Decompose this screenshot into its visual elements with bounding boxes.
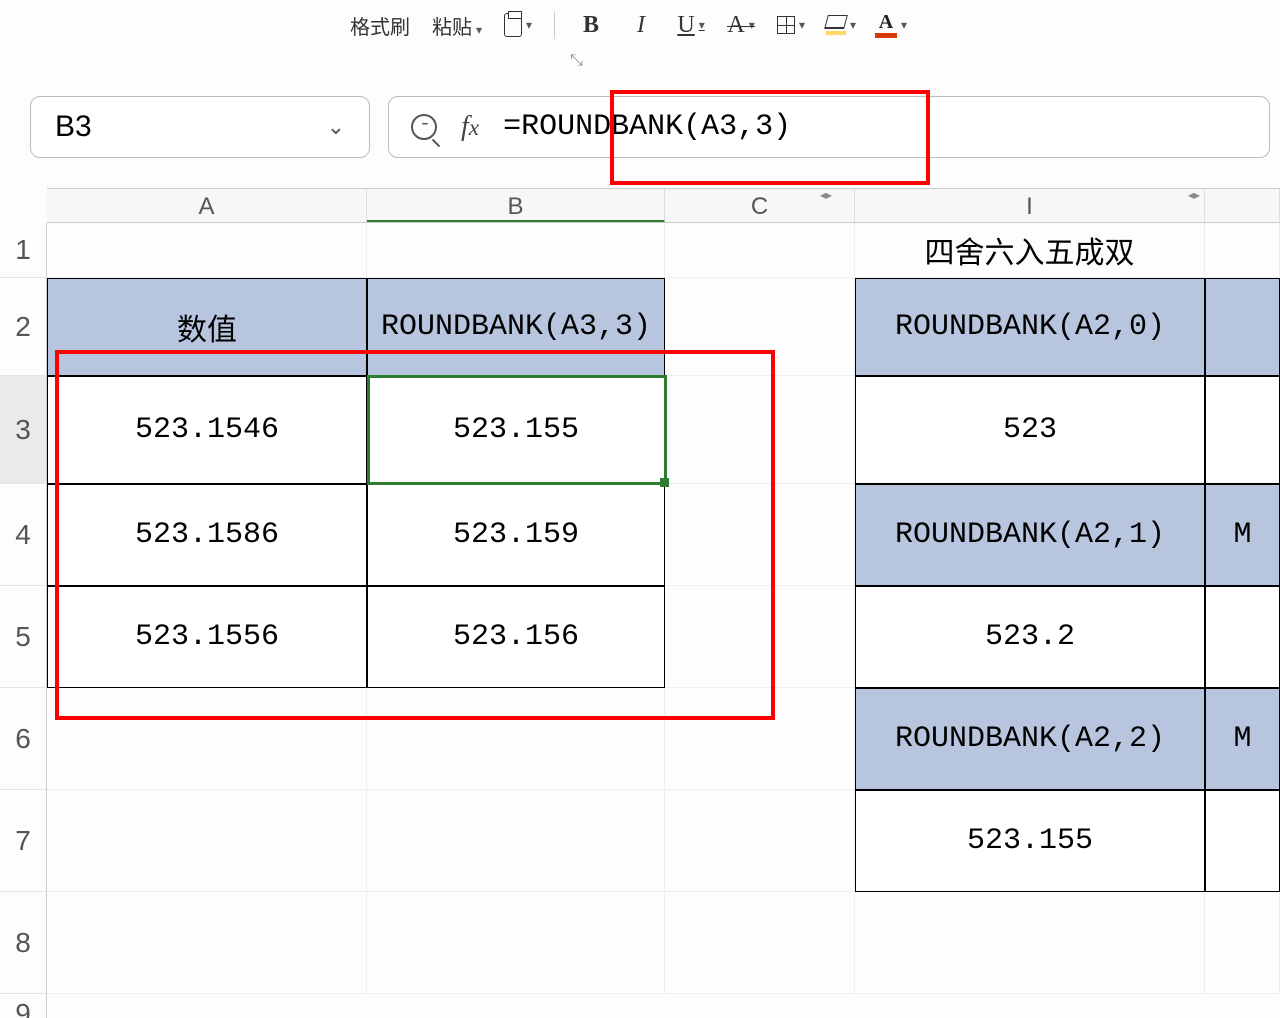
cell-J8[interactable]: [1205, 892, 1280, 994]
row-header-6[interactable]: 6: [0, 688, 47, 790]
cell-C1[interactable]: [665, 223, 855, 278]
cell-J5[interactable]: [1205, 586, 1280, 688]
expand-col-icon[interactable]: ◂▸: [820, 188, 832, 202]
cell-C8[interactable]: [665, 892, 855, 994]
row-header-9[interactable]: 9: [0, 994, 47, 1018]
cell-A4[interactable]: 523.1586: [47, 484, 367, 586]
cell-C2[interactable]: [665, 278, 855, 376]
cell-C5[interactable]: [665, 586, 855, 688]
cell-J3[interactable]: [1205, 376, 1280, 484]
cell-A6[interactable]: [47, 688, 367, 790]
cell-I3[interactable]: 523: [855, 376, 1205, 484]
cell-I5[interactable]: 523.2: [855, 586, 1205, 688]
cell-B6[interactable]: [367, 688, 665, 790]
formula-bar[interactable]: fx =ROUNDBANK(A3,3): [388, 96, 1270, 158]
cell-I8[interactable]: [855, 892, 1205, 994]
paste-icon[interactable]: [504, 11, 532, 39]
cell-B5[interactable]: 523.156: [367, 586, 665, 688]
cell-A5[interactable]: 523.1556: [47, 586, 367, 688]
formula-text: =ROUNDBANK(A3,3): [503, 110, 791, 144]
cell-J4[interactable]: M: [1205, 484, 1280, 586]
cell-C3[interactable]: [665, 376, 855, 484]
dialog-launcher-icon[interactable]: ⤡: [570, 52, 583, 70]
cell-I7[interactable]: 523.155: [855, 790, 1205, 892]
format-painter-button[interactable]: 格式刷: [350, 11, 410, 40]
chevron-down-icon[interactable]: ⌄: [327, 114, 345, 140]
formula-row: B3 ⌄ fx =ROUNDBANK(A3,3): [30, 95, 1270, 159]
paste-button[interactable]: 粘贴: [432, 11, 482, 40]
cell-B3[interactable]: 523.155: [367, 376, 665, 484]
strikethrough-button[interactable]: A: [727, 11, 755, 39]
borders-button[interactable]: [777, 11, 805, 39]
name-box-ref: B3: [55, 110, 92, 144]
col-header-A[interactable]: A: [47, 189, 367, 222]
col-header-J[interactable]: [1205, 189, 1280, 222]
fill-color-button[interactable]: [827, 11, 855, 39]
cell-A7[interactable]: [47, 790, 367, 892]
cell-I6[interactable]: ROUNDBANK(A2,2): [855, 688, 1205, 790]
cell-A2[interactable]: 数值: [47, 278, 367, 376]
expand-col-icon[interactable]: ◂▸: [1188, 188, 1200, 202]
cell-B2[interactable]: ROUNDBANK(A3,3): [367, 278, 665, 376]
separator: [554, 11, 555, 39]
row-header-7[interactable]: 7: [0, 790, 47, 892]
row-header-8[interactable]: 8: [0, 892, 47, 994]
cell-J6[interactable]: M: [1205, 688, 1280, 790]
row-header-3[interactable]: 3: [0, 376, 47, 484]
row-header-2[interactable]: 2: [0, 278, 47, 376]
cell-A3[interactable]: 523.1546: [47, 376, 367, 484]
zoom-out-icon[interactable]: [411, 114, 437, 140]
cell-C6[interactable]: [665, 688, 855, 790]
font-color-button[interactable]: A: [877, 11, 905, 39]
cell-A1[interactable]: [47, 223, 367, 278]
underline-button[interactable]: U: [677, 11, 705, 39]
cell-I4[interactable]: ROUNDBANK(A2,1): [855, 484, 1205, 586]
row-headers: 1 2 3 4 5 6 7 8 9: [0, 223, 47, 1018]
name-box[interactable]: B3 ⌄: [30, 96, 370, 158]
cell-C7[interactable]: [665, 790, 855, 892]
bold-button[interactable]: B: [577, 11, 605, 39]
cell-B8[interactable]: [367, 892, 665, 994]
cell-B7[interactable]: [367, 790, 665, 892]
cell-I1[interactable]: 四舍六入五成双: [855, 223, 1205, 278]
cell-B4[interactable]: 523.159: [367, 484, 665, 586]
spreadsheet-grid[interactable]: 四舍六入五成双 数值 ROUNDBANK(A3,3) ROUNDBANK(A2,…: [47, 223, 1280, 1018]
cell-J1[interactable]: [1205, 223, 1280, 278]
cell-I2[interactable]: ROUNDBANK(A2,0): [855, 278, 1205, 376]
col-header-B[interactable]: B: [367, 189, 665, 222]
cell-B1[interactable]: [367, 223, 665, 278]
italic-button[interactable]: I: [627, 11, 655, 39]
cell-C4[interactable]: [665, 484, 855, 586]
col-header-I[interactable]: I: [855, 189, 1205, 222]
cell-J2[interactable]: [1205, 278, 1280, 376]
fx-icon[interactable]: fx: [461, 111, 479, 143]
row-header-5[interactable]: 5: [0, 586, 47, 688]
column-headers: A B C I: [47, 188, 1280, 223]
row-header-4[interactable]: 4: [0, 484, 47, 586]
cell-A8[interactable]: [47, 892, 367, 994]
ribbon-toolbar: 格式刷 粘贴 B I U A A: [0, 0, 1280, 50]
row-header-1[interactable]: 1: [0, 223, 47, 278]
cell-J7[interactable]: [1205, 790, 1280, 892]
